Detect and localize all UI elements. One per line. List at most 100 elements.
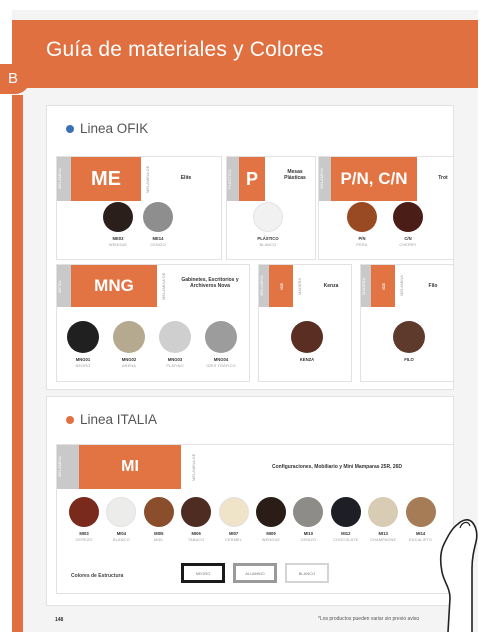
pn-strip: MELAMINA: [319, 157, 331, 201]
structure-option-negro[interactable]: NEGRO: [181, 563, 225, 583]
filo-strip-text: MADERA: [361, 277, 366, 295]
italia-swatch-4-name: TABACO: [187, 538, 205, 542]
me-strip-text: MELAMINA: [57, 168, 62, 190]
italia-swatch-3-name: MIEL: [153, 538, 164, 542]
italia-swatch-4: [181, 497, 212, 527]
me-strip: MELAMINA: [57, 157, 71, 201]
group-mng-card: METAL MNG MELAMINA DE Gabinetes, Escrito…: [56, 264, 250, 382]
p-code: P: [239, 157, 265, 201]
italia-swatch-5-name: CERMEL: [225, 538, 243, 542]
mng-strip-text: METAL: [57, 279, 62, 293]
structure-option-blanco[interactable]: BLANCO: [285, 563, 329, 583]
mng-code: MNG: [71, 265, 157, 307]
italia-swatch-2-code: MI04: [116, 531, 127, 536]
mng-strip: METAL: [57, 265, 71, 307]
filo-code: ICE: [371, 265, 395, 307]
italia-code: MI: [79, 445, 181, 489]
italia-group-card: MELAMINA MI MELAMINA DE Configuraciones,…: [56, 444, 454, 594]
me-swatch-1-name: WENGUE: [108, 243, 128, 247]
me-swatch-2-code: ME14: [152, 236, 164, 241]
pn-swatch-1-name: PERA: [356, 243, 368, 247]
kenza-strip-text: MELAMINA: [259, 275, 264, 297]
group-kenza-card: MELAMINA ICE MADERA Kenza KENZA: [258, 264, 352, 382]
me-swatch-2-name: CENIZO: [150, 243, 166, 247]
italia-strip: MELAMINA: [57, 445, 79, 489]
kenza-code-text: ICE: [278, 282, 284, 290]
pn-swatch-2-code: C/N: [404, 236, 412, 241]
pn-swatch-1: [347, 202, 377, 232]
p-swatch-1: [253, 202, 283, 232]
me-swatch-1-code: ME03: [112, 236, 124, 241]
italia-swatch-3: [143, 497, 174, 527]
kenza-desc: Kenza: [323, 283, 339, 289]
me-swatch-2: [143, 202, 173, 232]
italia-swatch-1: [69, 497, 99, 527]
italia-swatch-8-code: MI12: [341, 531, 351, 536]
filo-sub: MELAMINA: [399, 275, 404, 297]
kenza-strip: MELAMINA: [259, 265, 269, 307]
mng-swatch-2-code: MNG02: [121, 357, 137, 362]
italia-strip-text: MELAMINA: [57, 456, 62, 478]
structure-colors-label: Colores de Estructura: [71, 573, 124, 579]
p-swatch-1-code: PLÁSTICO: [257, 236, 279, 241]
filo-code-text: ICE: [380, 282, 386, 290]
pn-swatch-2: [393, 202, 423, 232]
italia-swatch-6: [256, 497, 286, 527]
pointing-hand-icon: [439, 519, 478, 632]
mng-swatch-3-name: PLATINO: [166, 364, 184, 368]
italia-swatch-7: [293, 497, 324, 527]
italia-swatch-9: [368, 497, 399, 527]
italia-swatch-6-code: MI09: [266, 531, 276, 536]
p-strip-text: PLÁSTICO: [227, 169, 232, 189]
footnote: *Los productos pueden variar sin previo …: [318, 616, 420, 622]
italia-swatch-1-name: CEREZO: [75, 538, 93, 542]
p-desc: Mesas Plásticas: [284, 169, 306, 181]
filo-swatch-1-code: FILO: [404, 357, 414, 362]
mng-swatch-2-name: ARENA: [121, 364, 137, 368]
italia-swatch-7-code: MI10: [303, 531, 314, 536]
italia-swatch-7-name: CENIZO: [300, 538, 317, 542]
italia-title-text: Linea ITALIA: [80, 412, 158, 427]
me-swatch-1: [103, 202, 133, 232]
kenza-code: ICE: [269, 265, 293, 307]
italia-swatch-9-code: MI13: [378, 531, 388, 536]
italia-swatch-2: [106, 497, 137, 527]
ofik-bullet-icon: [66, 124, 74, 133]
kenza-sub: MADERA: [297, 277, 302, 295]
italia-bullet-icon: [66, 415, 74, 424]
italia-swatch-10-code: MI14: [415, 531, 426, 536]
italia-swatch-8-name: CHOCOLATE: [333, 538, 359, 542]
italia-swatch-5-code: MI07: [228, 531, 239, 536]
mng-swatch-1-name: NEGRO: [75, 364, 91, 368]
mng-sub: MELAMINA DE: [161, 272, 166, 300]
italia-swatch-3-code: MI05: [154, 531, 164, 536]
mng-swatch-2: [113, 321, 145, 353]
ofik-title-text: Linea OFIK: [80, 121, 149, 136]
group-pn-card: MELAMINA P/N, C/N Trot P/N PERA C/N CHER…: [318, 156, 454, 260]
group-p-card: PLÁSTICO P Mesas Plásticas PLÁSTICO BLAN…: [226, 156, 316, 260]
ofik-line-title: Linea OFIK: [66, 121, 148, 136]
mng-swatch-4: [205, 321, 237, 353]
filo-swatch-1: [393, 321, 425, 353]
italia-swatch-9-name: CHAMPAGNE: [370, 538, 397, 542]
filo-strip: MADERA: [361, 265, 371, 307]
italia-line-title: Linea ITALIA: [66, 412, 157, 427]
italia-swatch-10-name: EUCALIPTO: [408, 538, 433, 542]
pn-swatch-2-name: CHERRY: [399, 243, 417, 247]
me-code: ME: [71, 157, 141, 201]
page-background: Guía de materiales y Colores B Linea OFI…: [0, 0, 486, 632]
italia-swatch-5: [218, 497, 249, 527]
group-filo-card: MADERA ICE MELAMINA Filo FILO: [360, 264, 454, 382]
page-header: Guía de materiales y Colores: [12, 20, 478, 88]
structure-option-aluminio[interactable]: ALUMINIO: [233, 563, 277, 583]
group-me-card: MELAMINA ME MELAMINA DE Elite ME03 WENGU…: [56, 156, 222, 260]
mng-desc: Gabinetes, Escritorios y Archiveros Nova: [181, 277, 239, 289]
italia-sub: MELAMINA DE: [191, 453, 196, 481]
filo-desc: Filo: [428, 283, 438, 289]
italia-swatch-1-code: MI03: [79, 531, 89, 536]
mng-swatch-4-code: MNG04: [213, 357, 229, 362]
mng-swatch-3: [159, 321, 191, 353]
kenza-swatch-1: [291, 321, 323, 353]
page-number: 148: [55, 617, 64, 623]
italia-swatch-6-name: WENGUE: [261, 538, 281, 542]
